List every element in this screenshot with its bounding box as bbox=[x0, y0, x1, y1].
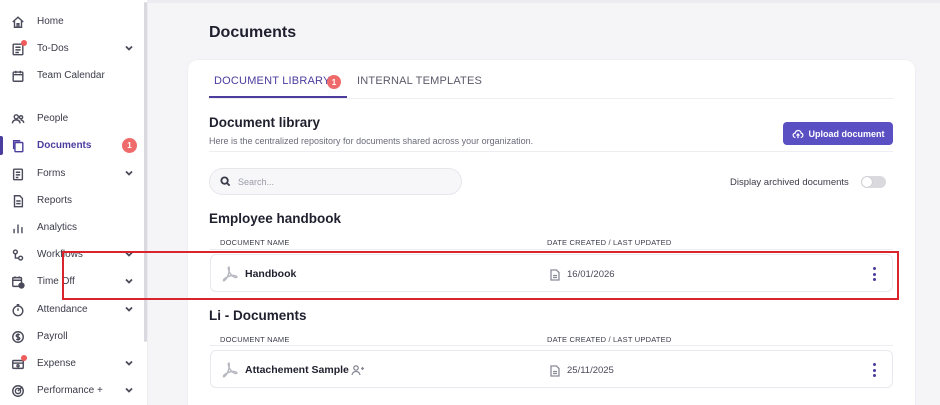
sidebar-item-label: Time Off bbox=[37, 276, 75, 287]
column-header-divider bbox=[209, 345, 893, 346]
calendar-icon bbox=[10, 68, 26, 84]
sidebar-item-time-off[interactable]: Time Off bbox=[0, 268, 144, 295]
sidebar-item-label: Forms bbox=[37, 168, 66, 179]
top-border bbox=[148, 0, 940, 3]
documents-icon bbox=[10, 138, 26, 154]
pdf-icon bbox=[221, 361, 239, 379]
forms-icon bbox=[10, 166, 26, 182]
sidebar-item-label: Documents bbox=[37, 140, 92, 151]
tab-document-library[interactable]: DOCUMENT LIBRARY bbox=[214, 75, 330, 87]
sidebar-item-label: Analytics bbox=[37, 222, 78, 233]
search-box[interactable] bbox=[209, 168, 462, 195]
time-off-icon bbox=[10, 274, 26, 290]
chevron-down-icon[interactable] bbox=[124, 358, 134, 368]
sidebar-item-label: To-Dos bbox=[37, 43, 69, 54]
sidebar-item-attendance[interactable]: Attendance bbox=[0, 296, 144, 323]
sidebar-item-analytics[interactable]: Analytics bbox=[0, 214, 144, 241]
sidebar-item-label: People bbox=[37, 113, 69, 124]
page-title: Documents bbox=[209, 24, 297, 41]
document-name[interactable]: Attachement Sample bbox=[245, 364, 349, 376]
sidebar-item-label: Team Calendar bbox=[37, 70, 105, 81]
cloud-upload-icon bbox=[792, 129, 803, 138]
stopwatch-icon bbox=[10, 302, 26, 318]
file-icon bbox=[550, 268, 560, 281]
documents-card: DOCUMENT LIBRARY 1 INTERNAL TEMPLATES Do… bbox=[188, 60, 915, 405]
sidebar-item-documents[interactable]: Documents 1 bbox=[0, 132, 144, 159]
chevron-down-icon[interactable] bbox=[124, 249, 134, 259]
people-icon bbox=[10, 111, 26, 127]
library-subtitle: Here is the centralized repository for d… bbox=[209, 136, 534, 146]
todos-icon bbox=[10, 39, 27, 57]
notification-dot bbox=[21, 39, 27, 46]
sidebar-item-team-calendar[interactable]: Team Calendar bbox=[0, 62, 144, 89]
active-tab-indicator bbox=[209, 96, 347, 98]
shared-users-icon bbox=[351, 363, 365, 376]
documents-badge: 1 bbox=[122, 138, 137, 153]
document-name[interactable]: Handbook bbox=[245, 268, 296, 280]
sidebar-item-label: Performance + bbox=[37, 385, 103, 396]
sidebar-item-workflows[interactable]: Workflows bbox=[0, 241, 144, 268]
main-content: Documents DOCUMENT LIBRARY 1 INTERNAL TE… bbox=[148, 0, 940, 405]
pdf-icon bbox=[221, 265, 239, 283]
more-options-icon[interactable] bbox=[870, 267, 878, 281]
sidebar-item-label: Reports bbox=[37, 195, 73, 206]
sidebar-item-home[interactable]: Home bbox=[0, 8, 144, 35]
performance-icon bbox=[10, 383, 26, 399]
sidebar-item-reports[interactable]: Reports bbox=[0, 187, 144, 214]
document-row-handbook[interactable]: Handbook 16/01/2026 bbox=[210, 254, 893, 292]
sidebar-item-label: Payroll bbox=[37, 331, 68, 342]
upload-document-label: Upload document bbox=[808, 128, 885, 139]
section-title-employee-handbook: Employee handbook bbox=[209, 211, 342, 226]
expense-icon bbox=[10, 354, 27, 372]
sidebar-item-label: Attendance bbox=[37, 304, 88, 315]
document-date: 25/11/2025 bbox=[567, 365, 614, 376]
chevron-down-icon[interactable] bbox=[124, 276, 134, 286]
chevron-down-icon[interactable] bbox=[124, 304, 134, 314]
workflows-icon bbox=[10, 247, 26, 263]
notification-dot bbox=[21, 354, 27, 361]
sidebar-item-label: Home bbox=[37, 16, 64, 27]
column-header-date: DATE CREATED / LAST UPDATED bbox=[547, 238, 672, 247]
header-divider bbox=[209, 151, 893, 152]
chevron-down-icon[interactable] bbox=[124, 385, 134, 395]
column-header-name: DOCUMENT NAME bbox=[220, 238, 290, 247]
chevron-down-icon[interactable] bbox=[124, 168, 134, 178]
upload-document-button[interactable]: Upload document bbox=[783, 122, 893, 145]
tabs-divider bbox=[209, 98, 893, 99]
document-date: 16/01/2026 bbox=[567, 269, 615, 280]
payroll-icon bbox=[10, 329, 26, 345]
sidebar-item-people[interactable]: People bbox=[0, 105, 144, 132]
archived-toggle[interactable] bbox=[861, 176, 886, 188]
reports-icon bbox=[10, 193, 26, 209]
search-input[interactable] bbox=[238, 176, 438, 187]
search-icon bbox=[220, 176, 231, 187]
column-header-name: DOCUMENT NAME bbox=[220, 335, 290, 344]
document-row-attachement-sample[interactable]: Attachement Sample 25/11/2025 bbox=[210, 350, 893, 388]
library-title: Document library bbox=[209, 115, 321, 130]
sidebar-item-forms[interactable]: Forms bbox=[0, 160, 144, 187]
sidebar-item-todos[interactable]: To-Dos bbox=[0, 35, 144, 62]
sidebar-scrollbar[interactable] bbox=[144, 2, 147, 342]
sidebar: Home To-Dos Team Calendar People Documen… bbox=[0, 0, 148, 405]
archived-label: Display archived documents bbox=[730, 177, 849, 188]
sidebar-item-performance[interactable]: Performance + bbox=[0, 377, 144, 404]
tab-internal-templates[interactable]: INTERNAL TEMPLATES bbox=[357, 75, 482, 87]
tab-badge: 1 bbox=[327, 75, 341, 89]
column-header-date: DATE CREATED / LAST UPDATED bbox=[547, 335, 672, 344]
section-title-li-documents: Li - Documents bbox=[209, 308, 307, 323]
sidebar-item-label: Workflows bbox=[37, 249, 83, 260]
sidebar-item-payroll[interactable]: Payroll bbox=[0, 323, 144, 350]
sidebar-item-label: Expense bbox=[37, 358, 76, 369]
file-icon bbox=[550, 364, 560, 377]
chevron-down-icon[interactable] bbox=[124, 43, 134, 53]
home-icon bbox=[10, 14, 26, 30]
column-header-divider bbox=[209, 249, 893, 250]
analytics-icon bbox=[10, 220, 26, 236]
sidebar-item-expense[interactable]: Expense bbox=[0, 350, 144, 377]
more-options-icon[interactable] bbox=[870, 363, 878, 377]
